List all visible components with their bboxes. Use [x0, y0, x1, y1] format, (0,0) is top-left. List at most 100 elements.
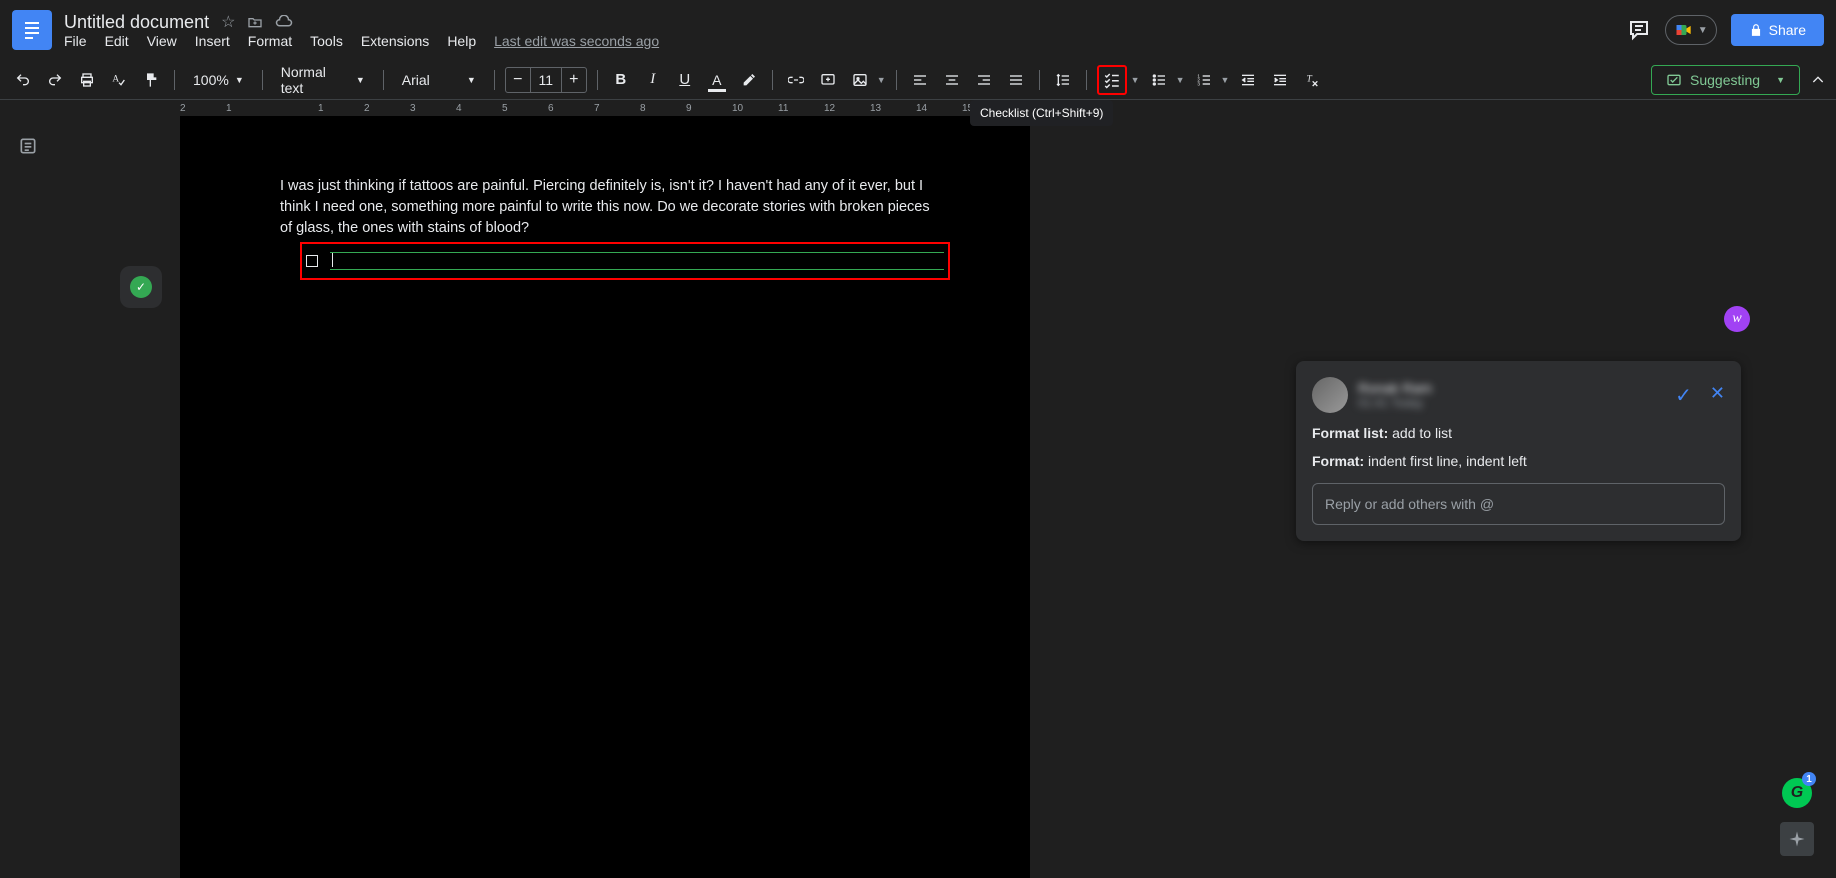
checklist-dropdown-icon[interactable]: ▼ [1131, 75, 1140, 85]
ruler-tick: 12 [824, 103, 835, 114]
text-color-button[interactable]: A [704, 67, 730, 93]
checklist-row-highlight [300, 242, 950, 280]
print-button[interactable] [74, 67, 100, 93]
font-size-increase[interactable]: + [562, 68, 586, 92]
paint-format-button[interactable] [138, 67, 164, 93]
menu-format[interactable]: Format [248, 33, 292, 49]
toolbar: A 100%▼ Normal text▼ Arial▼ − + B I U A … [0, 60, 1836, 100]
docs-logo-icon[interactable] [12, 10, 52, 50]
share-label: Share [1769, 22, 1806, 38]
star-icon[interactable]: ☆ [221, 12, 235, 32]
ruler-tick: 2 [364, 103, 370, 114]
last-edit-link[interactable]: Last edit was seconds ago [494, 33, 659, 49]
add-comment-button[interactable] [815, 67, 841, 93]
menu-view[interactable]: View [147, 33, 177, 49]
checklist-button[interactable] [1097, 65, 1127, 95]
ruler-tick: 11 [778, 103, 788, 114]
bulleted-list-button[interactable] [1146, 67, 1172, 93]
check-icon: ✓ [130, 276, 152, 298]
svg-text:3: 3 [1197, 81, 1200, 86]
suggestion-line-1: Format list: add to list [1312, 425, 1725, 441]
insert-image-button[interactable] [847, 67, 873, 93]
move-icon[interactable] [247, 14, 263, 30]
numbered-dropdown-icon[interactable]: ▼ [1221, 75, 1230, 85]
svg-text:A: A [112, 74, 119, 84]
collapse-toolbar-button[interactable] [1810, 72, 1826, 88]
indent-decrease-button[interactable] [1235, 67, 1261, 93]
checkbox-icon[interactable] [306, 255, 318, 267]
suggestion-timestamp: 01:41 Today [1358, 396, 1432, 410]
menu-bar: File Edit View Insert Format Tools Exten… [64, 33, 659, 49]
spellcheck-button[interactable]: A [106, 67, 132, 93]
align-center-button[interactable] [939, 67, 965, 93]
clear-format-button[interactable]: T [1299, 67, 1325, 93]
ruler-tick: 8 [640, 103, 646, 114]
text-cursor [332, 253, 333, 267]
editing-mode-label: Suggesting [1690, 72, 1760, 88]
outline-toggle-button[interactable] [18, 136, 38, 156]
line-spacing-button[interactable] [1050, 67, 1076, 93]
title-area: Untitled document ☆ File Edit View Inser… [64, 12, 659, 49]
bold-button[interactable]: B [608, 67, 634, 93]
align-justify-button[interactable] [1003, 67, 1029, 93]
redo-button[interactable] [42, 67, 68, 93]
user-presence-badge[interactable]: w [1724, 306, 1750, 332]
menu-edit[interactable]: Edit [105, 33, 129, 49]
ruler-tick: 10 [732, 103, 743, 114]
undo-button[interactable] [10, 67, 36, 93]
ruler-tick: 4 [456, 103, 462, 114]
zoom-select[interactable]: 100%▼ [185, 68, 252, 92]
menu-extensions[interactable]: Extensions [361, 33, 429, 49]
avatar[interactable] [1312, 377, 1348, 413]
accept-suggestion-badge[interactable]: ✓ [120, 266, 162, 308]
font-size-decrease[interactable]: − [506, 68, 530, 92]
meet-button[interactable]: ▼ [1665, 15, 1717, 45]
bullet-dropdown-icon[interactable]: ▼ [1176, 75, 1185, 85]
font-size-control: − + [505, 67, 587, 93]
grammarly-badge[interactable]: G1 [1782, 778, 1812, 808]
font-select[interactable]: Arial▼ [394, 68, 484, 92]
italic-button[interactable]: I [640, 67, 666, 93]
image-dropdown-icon[interactable]: ▼ [877, 75, 886, 85]
menu-help[interactable]: Help [447, 33, 476, 49]
ruler-tick: 14 [916, 103, 927, 114]
paragraph-style-select[interactable]: Normal text▼ [273, 60, 373, 100]
font-size-input[interactable] [530, 68, 562, 92]
explore-button[interactable] [1780, 822, 1814, 856]
menu-tools[interactable]: Tools [310, 33, 343, 49]
reply-input[interactable]: Reply or add others with @ [1312, 483, 1725, 525]
share-button[interactable]: Share [1731, 14, 1824, 46]
menu-insert[interactable]: Insert [195, 33, 230, 49]
menu-file[interactable]: File [64, 33, 87, 49]
ruler-tick: 1 [226, 103, 232, 114]
editing-mode-button[interactable]: Suggesting ▼ [1651, 65, 1800, 95]
indent-increase-button[interactable] [1267, 67, 1293, 93]
suggestion-line-2: Format: indent first line, indent left [1312, 453, 1725, 469]
insert-link-button[interactable] [783, 67, 809, 93]
checklist-text-input[interactable] [330, 252, 944, 270]
ruler-tick: 13 [870, 103, 881, 114]
ruler-tick: 5 [502, 103, 508, 114]
accept-suggestion-button[interactable]: ✓ [1675, 383, 1692, 408]
align-left-button[interactable] [907, 67, 933, 93]
reject-suggestion-button[interactable]: ✕ [1710, 383, 1725, 408]
ruler-tick: 3 [410, 103, 416, 114]
highlight-button[interactable] [736, 67, 762, 93]
ruler-tick: 2 [180, 103, 186, 114]
ruler-tick: 7 [594, 103, 600, 114]
suggestion-user-name: Ronak Ram [1358, 380, 1432, 396]
ruler-tick: 1 [318, 103, 324, 114]
tooltip: Checklist (Ctrl+Shift+9) [970, 100, 1113, 126]
cloud-status-icon[interactable] [275, 15, 293, 29]
document-page[interactable]: I was just thinking if tattoos are painf… [180, 116, 1030, 878]
doc-title[interactable]: Untitled document [64, 12, 209, 33]
grammarly-count: 1 [1802, 772, 1816, 786]
ruler[interactable]: 2112345678910111213141516 [180, 100, 1030, 116]
underline-button[interactable]: U [672, 67, 698, 93]
chevron-down-icon: ▼ [1698, 25, 1708, 36]
comment-history-icon[interactable] [1627, 18, 1651, 42]
align-right-button[interactable] [971, 67, 997, 93]
paragraph-text[interactable]: I was just thinking if tattoos are painf… [280, 176, 930, 239]
numbered-list-button[interactable]: 123 [1191, 67, 1217, 93]
ruler-tick: 9 [686, 103, 692, 114]
